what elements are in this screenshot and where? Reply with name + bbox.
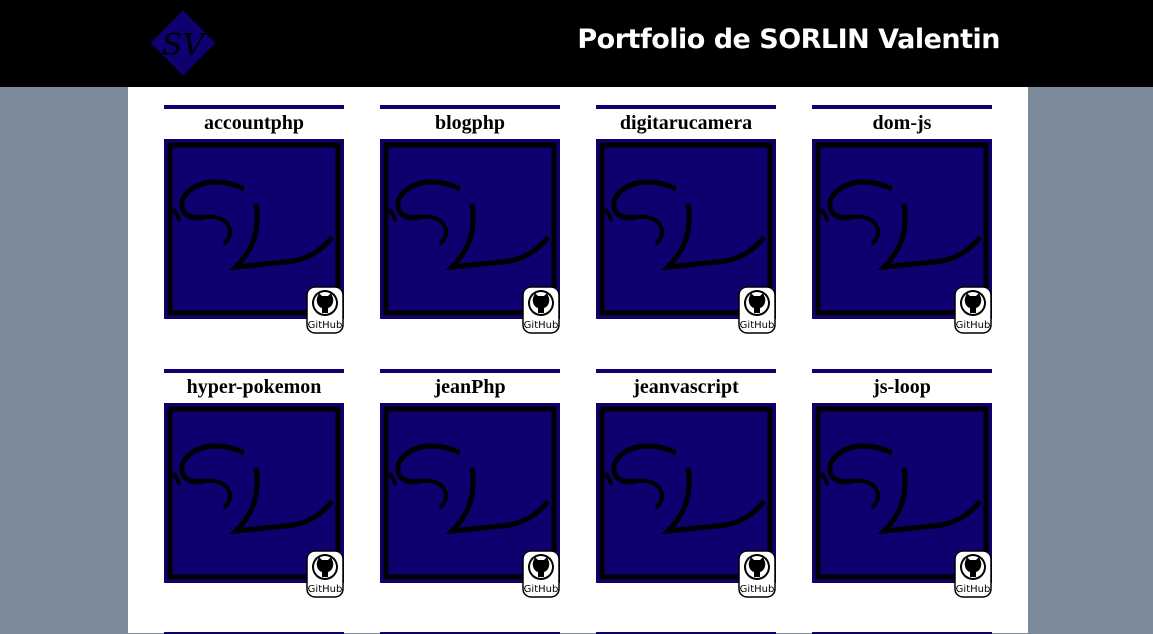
project-title[interactable]: digitarucamera xyxy=(596,111,776,137)
logo-text: SV xyxy=(162,28,208,63)
project-card[interactable]: dom-js GitHub xyxy=(812,105,992,334)
project-title[interactable]: jeanPhp xyxy=(380,375,560,401)
projects-grid: accountphp GitHub blogphp GitHub digitar… xyxy=(128,87,1028,634)
github-icon[interactable]: GitHub xyxy=(738,286,776,334)
github-icon[interactable]: GitHub xyxy=(522,286,560,334)
project-card[interactable]: jeanPhp GitHub xyxy=(380,369,560,598)
site-title: Portfolio de SORLIN Valentin xyxy=(577,24,1000,55)
github-label: GitHub xyxy=(308,584,343,595)
project-card[interactable]: js-loop GitHub xyxy=(812,369,992,598)
github-icon[interactable]: GitHub xyxy=(954,286,992,334)
github-icon[interactable]: GitHub xyxy=(306,286,344,334)
project-card[interactable]: accountphp GitHub xyxy=(164,105,344,334)
project-title[interactable]: accountphp xyxy=(164,111,344,137)
github-icon[interactable]: GitHub xyxy=(306,550,344,598)
github-icon[interactable]: GitHub xyxy=(738,550,776,598)
project-title[interactable]: jeanvascript xyxy=(596,375,776,401)
project-card[interactable]: hyper-pokemon GitHub xyxy=(164,369,344,598)
project-title[interactable]: blogphp xyxy=(380,111,560,137)
github-label: GitHub xyxy=(524,320,559,331)
github-icon[interactable]: GitHub xyxy=(954,550,992,598)
project-card[interactable]: jeanvascript GitHub xyxy=(596,369,776,598)
project-title[interactable]: dom-js xyxy=(812,111,992,137)
project-card[interactable]: digitarucamera GitHub xyxy=(596,105,776,334)
github-label: GitHub xyxy=(308,320,343,331)
project-card[interactable]: blogphp GitHub xyxy=(380,105,560,334)
github-icon[interactable]: GitHub xyxy=(522,550,560,598)
site-logo[interactable]: SV xyxy=(148,8,218,78)
github-label: GitHub xyxy=(956,320,991,331)
project-title[interactable]: hyper-pokemon xyxy=(164,375,344,401)
github-label: GitHub xyxy=(740,584,775,595)
site-header: SV Portfolio de SORLIN Valentin xyxy=(0,0,1153,87)
github-label: GitHub xyxy=(740,320,775,331)
github-label: GitHub xyxy=(524,584,559,595)
github-label: GitHub xyxy=(956,584,991,595)
project-title[interactable]: js-loop xyxy=(812,375,992,401)
